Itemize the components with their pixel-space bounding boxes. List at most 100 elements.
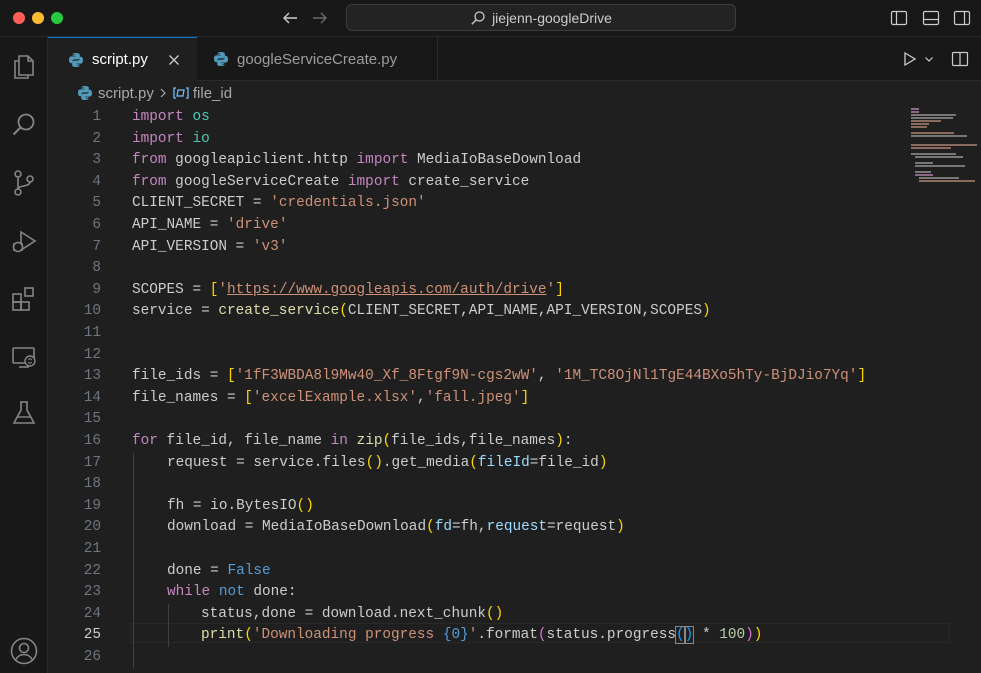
line-text: import os bbox=[132, 109, 210, 125]
code-line: 24 status,done = download.next_chunk() bbox=[48, 604, 903, 626]
minimap-line bbox=[911, 126, 927, 128]
line-text: API_NAME = 'drive' bbox=[132, 217, 288, 233]
minimap-line bbox=[911, 117, 953, 119]
arrow-right-icon bbox=[313, 12, 327, 24]
line-number: 25 bbox=[83, 627, 101, 644]
tab-close-button[interactable] bbox=[166, 52, 182, 68]
minimap-line bbox=[911, 123, 929, 125]
line-number: 26 bbox=[83, 649, 101, 665]
toggle-secondary-sidebar-button[interactable] bbox=[952, 8, 972, 28]
toggle-panel-button[interactable] bbox=[921, 8, 941, 28]
minimize-window-button[interactable] bbox=[32, 12, 44, 24]
code-line: 23 while not done: bbox=[48, 582, 903, 604]
code-line: 25 print('Downloading progress {0}'.forma… bbox=[48, 625, 903, 647]
explorer-button[interactable] bbox=[0, 45, 48, 89]
line-number: 16 bbox=[83, 433, 101, 449]
minimap-line bbox=[911, 144, 977, 146]
minimap-line bbox=[911, 153, 956, 155]
code-line: 2 import io bbox=[48, 129, 903, 151]
line-text: SCOPES = ['https://www.googleapis.com/au… bbox=[132, 281, 564, 298]
remote-explorer-icon bbox=[12, 347, 36, 368]
split-editor-button[interactable] bbox=[951, 49, 969, 69]
line-number: 1 bbox=[92, 109, 101, 125]
breadcrumb-symbol[interactable]: file_id bbox=[193, 85, 232, 102]
code-line: 10 service = create_service(CLIENT_SECRET… bbox=[48, 301, 903, 323]
search-icon bbox=[471, 10, 485, 25]
testing-icon bbox=[12, 401, 36, 424]
minimap-line bbox=[911, 114, 956, 116]
play-icon bbox=[904, 51, 917, 67]
code-line: 11 bbox=[48, 323, 903, 345]
search-icon bbox=[12, 113, 35, 136]
code-line: 13 file_ids = ['1fF3WBDA8l9Mw40_Xf_8Ftgf9… bbox=[48, 366, 903, 388]
remote-explorer-button[interactable] bbox=[0, 335, 48, 379]
toggle-primary-sidebar-button[interactable] bbox=[889, 8, 909, 28]
run-debug-button[interactable] bbox=[0, 219, 48, 263]
line-number: 22 bbox=[83, 562, 101, 579]
line-number: 23 bbox=[83, 584, 101, 601]
command-center-search[interactable]: jiejenn-googleDrive bbox=[346, 4, 736, 31]
line-text: print('Downloading progress {0}'.format(… bbox=[201, 626, 763, 645]
code-line: 9 SCOPES = ['https://www.googleapis.com/a… bbox=[48, 280, 903, 302]
minimap-line bbox=[915, 171, 931, 173]
python-file-icon bbox=[77, 85, 93, 101]
search-view-button[interactable] bbox=[0, 103, 48, 147]
minimap-line bbox=[915, 162, 933, 164]
code-line: 22 done = False bbox=[48, 561, 903, 583]
line-text: from googleServiceCreate import create_s… bbox=[132, 173, 530, 190]
code-line: 7 API_VERSION = 'v3' bbox=[48, 237, 903, 259]
code-line: 18 bbox=[48, 474, 903, 496]
line-number: 4 bbox=[92, 173, 101, 190]
title-bar: jiejenn-googleDrive bbox=[0, 0, 981, 37]
line-number: 12 bbox=[83, 346, 101, 363]
chevron-right-icon bbox=[158, 87, 168, 99]
minimap-line bbox=[915, 156, 963, 158]
code-line: 15 bbox=[48, 409, 903, 431]
line-text: fh = io.BytesIO() bbox=[167, 497, 314, 514]
line-number: 10 bbox=[83, 303, 101, 320]
maximize-window-button[interactable] bbox=[51, 12, 63, 24]
source-control-button[interactable] bbox=[0, 161, 48, 205]
line-number: 8 bbox=[92, 260, 101, 277]
code-line: 1 import os bbox=[48, 107, 903, 129]
tab-label: googleServiceCreate.py bbox=[237, 50, 398, 68]
activity-bar bbox=[0, 37, 48, 673]
line-number: 7 bbox=[92, 238, 101, 255]
code-line: 14 file_names = ['excelExample.xlsx','fal… bbox=[48, 388, 903, 410]
arrow-left-icon bbox=[283, 12, 297, 24]
tab-googleservicecreate-py[interactable]: googleServiceCreate.py bbox=[197, 37, 438, 81]
accounts-button[interactable] bbox=[0, 629, 48, 673]
testing-button[interactable] bbox=[0, 391, 48, 435]
code-editor[interactable]: 1 import os 2 import io 3 from googleapicli… bbox=[48, 107, 950, 673]
line-text: import io bbox=[132, 130, 210, 147]
source-control-icon bbox=[14, 170, 34, 196]
minimap[interactable] bbox=[908, 105, 981, 673]
extensions-icon bbox=[12, 287, 34, 311]
run-python-file-button[interactable] bbox=[901, 49, 935, 69]
files-icon bbox=[14, 55, 34, 79]
tab-script-py[interactable]: script.py bbox=[48, 37, 197, 81]
variable-symbol-icon bbox=[172, 86, 190, 100]
minimap-line bbox=[915, 165, 965, 167]
code-line: 16 for file_id, file_name in zip(file_ids… bbox=[48, 431, 903, 453]
close-window-button[interactable] bbox=[13, 12, 25, 24]
python-file-icon bbox=[213, 51, 229, 67]
minimap-line bbox=[911, 108, 919, 110]
code-line: 5 CLIENT_SECRET = 'credentials.json' bbox=[48, 193, 903, 215]
account-icon bbox=[10, 637, 38, 665]
line-text: API_VERSION = 'v3' bbox=[132, 238, 288, 255]
line-number: 3 bbox=[92, 152, 101, 169]
line-text: status,done = download.next_chunk() bbox=[201, 605, 504, 622]
extensions-button[interactable] bbox=[0, 277, 48, 321]
code-line: 4 from googleServiceCreate import create_… bbox=[48, 172, 903, 194]
minimap-line bbox=[919, 180, 975, 182]
back-button[interactable] bbox=[279, 7, 301, 29]
code-line: 6 API_NAME = 'drive' bbox=[48, 215, 903, 237]
line-number: 15 bbox=[83, 411, 101, 428]
python-file-icon bbox=[68, 52, 84, 68]
forward-button[interactable] bbox=[309, 7, 331, 29]
minimap-line bbox=[919, 177, 959, 179]
line-number: 6 bbox=[92, 217, 101, 233]
breadcrumb-file[interactable]: script.py bbox=[98, 85, 154, 102]
run-debug-icon bbox=[12, 230, 37, 253]
